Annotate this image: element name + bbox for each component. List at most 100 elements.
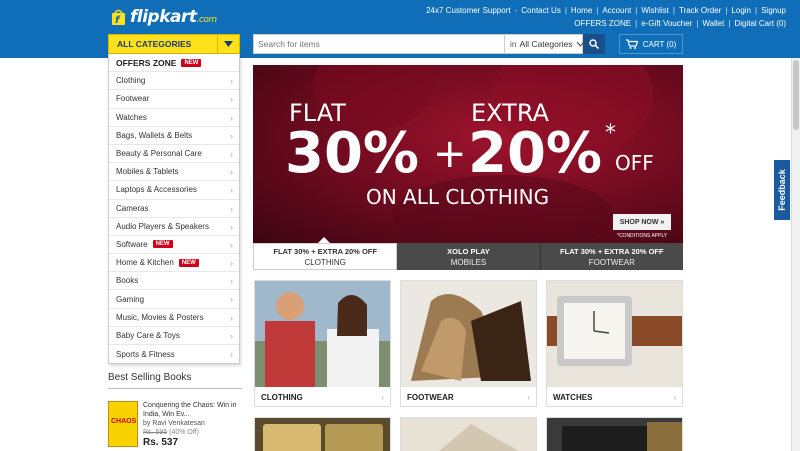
- tile-clothing[interactable]: CLOTHING ›: [254, 280, 391, 407]
- menu-item-software[interactable]: Software NEW ›: [109, 236, 239, 255]
- tile-row2-product[interactable]: [400, 417, 537, 451]
- chevron-right-icon: ›: [381, 392, 384, 402]
- watches-image: [547, 281, 682, 387]
- chevron-right-icon: ›: [230, 312, 233, 323]
- new-badge: NEW: [178, 258, 199, 267]
- footwear-image: [401, 281, 536, 387]
- promo-banner[interactable]: FLAT EXTRA 30% + 20% * OFF ON ALL CLOTHI…: [253, 65, 683, 243]
- contact-us-link[interactable]: Contact Us: [521, 6, 561, 15]
- chevron-right-icon: ›: [230, 94, 233, 105]
- menu-item-bags[interactable]: Bags, Wallets & Belts ›: [109, 127, 239, 145]
- banner-star-text: *: [605, 121, 616, 146]
- menu-item-footwear[interactable]: Footwear ›: [109, 90, 239, 109]
- chevron-right-icon: ›: [230, 221, 233, 232]
- chevron-right-icon: ›: [230, 130, 233, 141]
- banner-off-text: OFF: [615, 151, 654, 175]
- laptop-image: [547, 418, 682, 451]
- menu-item-audio[interactable]: Audio Players & Speakers ›: [109, 218, 239, 236]
- menu-item-baby-care[interactable]: Baby Care & Toys ›: [109, 327, 239, 345]
- search-input[interactable]: [254, 35, 504, 53]
- chevron-right-icon: ›: [230, 112, 233, 123]
- search-bar: inAll Categories: [253, 34, 584, 54]
- banner-tabs: FLAT 30% + EXTRA 20% OFF CLOTHING XOLO PL…: [253, 243, 683, 270]
- new-badge: NEW: [152, 240, 173, 249]
- best-selling-title: Best Selling Books: [108, 372, 242, 389]
- chevron-right-icon: ›: [230, 167, 233, 178]
- banner-plus-text: +: [433, 131, 467, 177]
- new-badge: NEW: [181, 58, 202, 67]
- chevron-right-icon: ›: [673, 392, 676, 402]
- signup-link[interactable]: Signup: [761, 6, 786, 15]
- menu-item-offers-zone[interactable]: OFFERS ZONE NEW: [109, 54, 239, 73]
- tile-watches[interactable]: WATCHES ›: [546, 280, 683, 407]
- track-order-link[interactable]: Track Order: [679, 6, 721, 15]
- menu-item-sports[interactable]: Sports & Fitness ›: [109, 345, 239, 363]
- menu-item-watches[interactable]: Watches ›: [109, 109, 239, 127]
- offers-zone-link[interactable]: OFFERS ZONE: [574, 19, 631, 28]
- mobile-phone-image: [255, 418, 390, 451]
- chevron-right-icon: ›: [230, 239, 233, 250]
- best-selling-books: Best Selling Books CHAOS Conquering the …: [108, 372, 242, 449]
- chevron-right-icon: ›: [230, 203, 233, 214]
- search-icon: [589, 39, 599, 49]
- chevron-right-icon: ›: [230, 349, 233, 359]
- chevron-right-icon: ›: [230, 148, 233, 159]
- top-links: 24x7 Customer Support - Contact Us | Home |…: [426, 5, 786, 15]
- conditions-text: *CONDITIONS APPLY: [617, 233, 668, 239]
- chevron-right-icon: ›: [230, 294, 233, 305]
- search-button[interactable]: [583, 34, 605, 54]
- chevron-right-icon: ›: [230, 258, 233, 269]
- cart-icon: [625, 39, 638, 49]
- tile-row2-laptop[interactable]: [546, 417, 683, 451]
- chevron-right-icon: ›: [230, 185, 233, 196]
- search-category-select[interactable]: in All Categories: [504, 35, 584, 53]
- cart-button[interactable]: CART (0): [619, 34, 683, 54]
- menu-item-gaming[interactable]: Gaming ›: [109, 290, 239, 309]
- book-cover-image[interactable]: CHAOS: [108, 401, 138, 447]
- tab-mobiles[interactable]: XOLO PLAY MOBILES: [397, 243, 541, 270]
- feedback-tab[interactable]: Feedback: [774, 160, 790, 220]
- egift-voucher-link[interactable]: e-Gift Voucher: [641, 19, 692, 28]
- wallet-link[interactable]: Wallet: [702, 19, 724, 28]
- chevron-right-icon: ›: [527, 392, 530, 402]
- menu-item-cameras[interactable]: Cameras ›: [109, 200, 239, 218]
- menu-item-clothing[interactable]: Clothing ›: [109, 72, 239, 91]
- secondary-links: OFFERS ZONE | e-Gift Voucher | Wallet | Dig…: [574, 19, 786, 28]
- flipkart-logo[interactable]: f flipkart.com: [108, 5, 217, 29]
- account-link[interactable]: Account: [602, 6, 631, 15]
- chevron-right-icon: ›: [230, 330, 233, 341]
- menu-item-music-movies[interactable]: Music, Movies & Posters ›: [109, 309, 239, 327]
- digital-cart-link[interactable]: Digital Cart (0): [734, 19, 786, 28]
- clothing-image: [255, 281, 390, 387]
- menu-item-laptops[interactable]: Laptops & Accessories ›: [109, 181, 239, 200]
- tab-footwear[interactable]: FLAT 30% + EXTRA 20% OFF FOOTWEAR: [540, 243, 683, 270]
- book-old-price: Rs. 595 (40% Off): [143, 429, 199, 436]
- all-categories-button[interactable]: ALL CATEGORIES: [108, 34, 240, 54]
- tile-footwear[interactable]: FOOTWEAR ›: [400, 280, 537, 407]
- menu-item-books[interactable]: Books ›: [109, 272, 239, 291]
- scrollbar-thumb[interactable]: [793, 60, 799, 130]
- banner-30-text: 30%: [285, 121, 420, 186]
- login-link[interactable]: Login: [731, 6, 751, 15]
- book-author: by Ravi Venkatesan: [143, 420, 205, 427]
- banner-20-text: 20%: [468, 121, 603, 186]
- flipkart-bag-icon: f: [112, 9, 125, 26]
- book-title[interactable]: Conquering the Chaos: Win in India, Win …: [143, 401, 243, 419]
- banner-subtitle: ON ALL CLOTHING: [366, 185, 550, 209]
- support-link[interactable]: 24x7 Customer Support: [426, 6, 511, 15]
- shop-now-button[interactable]: SHOP NOW »: [613, 214, 671, 230]
- tab-clothing[interactable]: FLAT 30% + EXTRA 20% OFF CLOTHING: [253, 243, 398, 270]
- book-item[interactable]: CHAOS Conquering the Chaos: Win in India…: [108, 401, 242, 449]
- category-menu: OFFERS ZONE NEW Clothing › Footwear › Watch…: [108, 54, 240, 365]
- chevron-right-icon: ›: [230, 76, 233, 87]
- chevron-down-icon: [217, 35, 239, 53]
- book-price: Rs. 537: [143, 437, 179, 448]
- chevron-right-icon: ›: [230, 276, 233, 287]
- menu-item-mobiles[interactable]: Mobiles & Tablets ›: [109, 163, 239, 182]
- menu-item-home-kitchen[interactable]: Home & Kitchen NEW ›: [109, 254, 239, 273]
- wishlist-link[interactable]: Wishlist: [641, 6, 669, 15]
- menu-item-beauty[interactable]: Beauty & Personal Care ›: [109, 145, 239, 164]
- site-header: f flipkart.com 24x7 Customer Support - Co…: [0, 0, 800, 58]
- home-link[interactable]: Home: [571, 6, 592, 15]
- tile-row2-mobiles[interactable]: [254, 417, 391, 451]
